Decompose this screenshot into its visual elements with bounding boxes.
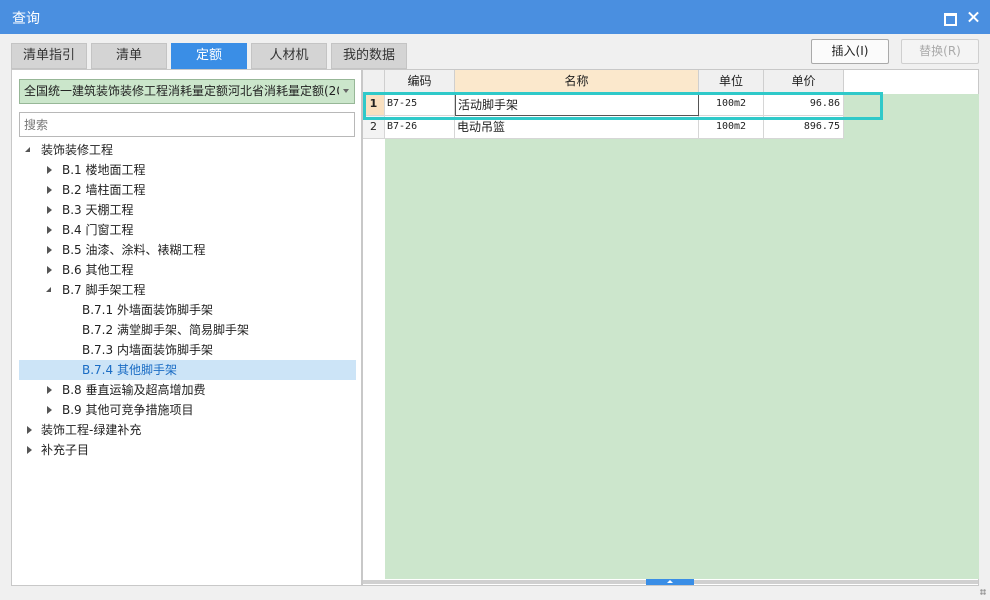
column-header-unit[interactable]: 单位	[699, 70, 764, 93]
close-icon[interactable]	[964, 7, 984, 27]
library-select-value: 全国统一建筑装饰装修工程消耗量定额河北省消耗量定额(2012)	[24, 84, 339, 98]
tab-quota[interactable]: 定额	[171, 43, 247, 69]
resize-grip-icon[interactable]	[978, 587, 988, 597]
tree-item[interactable]: B.4 门窗工程	[19, 220, 356, 240]
tree-item[interactable]: B.6 其他工程	[19, 260, 356, 280]
expanded-arrow-icon[interactable]	[25, 147, 30, 152]
cell-code[interactable]: B7-26	[385, 116, 455, 139]
title-bar: 查询	[0, 0, 990, 34]
result-grid-panel: 编码 名称 单位 单价 1 B7-25 活动脚手架 100m2 96.86 2 …	[362, 69, 979, 586]
column-header-code[interactable]: 编码	[385, 70, 455, 93]
tree-item-selected[interactable]: B.7.4 其他脚手架	[19, 360, 356, 380]
cell-unit[interactable]: 100m2	[699, 116, 764, 139]
replace-button[interactable]: 替换(R)	[901, 39, 979, 64]
cell-name[interactable]: 活动脚手架	[455, 93, 699, 116]
collapsed-arrow-icon[interactable]	[47, 186, 52, 194]
tree-item[interactable]: B.7.3 内墙面装饰脚手架	[19, 340, 356, 360]
cell-code[interactable]: B7-25	[385, 93, 455, 116]
tree-item[interactable]: B.3 天棚工程	[19, 200, 356, 220]
cell-price[interactable]: 96.86	[764, 93, 844, 116]
collapsed-arrow-icon[interactable]	[47, 406, 52, 414]
tree-item[interactable]: 装饰工程-绿建补充	[19, 420, 356, 440]
tab-bill[interactable]: 清单	[91, 43, 167, 69]
collapsed-arrow-icon[interactable]	[47, 206, 52, 214]
collapsed-arrow-icon[interactable]	[27, 446, 32, 454]
collapsed-arrow-icon[interactable]	[47, 266, 52, 274]
library-select[interactable]: 全国统一建筑装饰装修工程消耗量定额河北省消耗量定额(2012)	[19, 79, 355, 104]
row-number: 2	[363, 116, 385, 139]
tree-item[interactable]: B.7.2 满堂脚手架、简易脚手架	[19, 320, 356, 340]
collapsed-arrow-icon[interactable]	[47, 246, 52, 254]
tree-item[interactable]: B.5 油漆、涂料、裱糊工程	[19, 240, 356, 260]
collapsed-arrow-icon[interactable]	[47, 386, 52, 394]
grid-empty-area	[385, 94, 979, 579]
expanded-arrow-icon[interactable]	[46, 287, 51, 292]
tab-my-data[interactable]: 我的数据	[331, 43, 407, 69]
tree-item[interactable]: 装饰装修工程	[19, 140, 356, 160]
cell-name[interactable]: 电动吊篮	[455, 116, 699, 139]
collapsed-arrow-icon[interactable]	[27, 426, 32, 434]
tree-item[interactable]: B.2 墙柱面工程	[19, 180, 356, 200]
tree-item[interactable]: B.9 其他可竞争措施项目	[19, 400, 356, 420]
collapsed-arrow-icon[interactable]	[47, 226, 52, 234]
scroll-handle[interactable]	[646, 579, 694, 585]
cell-price[interactable]: 896.75	[764, 116, 844, 139]
row-number: 1	[363, 93, 385, 116]
cell-unit[interactable]: 100m2	[699, 93, 764, 116]
insert-button[interactable]: 插入(I)	[811, 39, 889, 64]
tree-item[interactable]: B.7 脚手架工程	[19, 280, 356, 300]
column-header-name[interactable]: 名称	[455, 70, 699, 93]
column-header-price[interactable]: 单价	[764, 70, 844, 93]
collapsed-arrow-icon[interactable]	[47, 166, 52, 174]
window-title: 查询	[12, 11, 40, 27]
maximize-icon[interactable]	[938, 7, 958, 27]
search-input[interactable]	[19, 112, 355, 137]
tree-item[interactable]: B.8 垂直运输及超高增加费	[19, 380, 356, 400]
tree-item[interactable]: B.7.1 外墙面装饰脚手架	[19, 300, 356, 320]
chevron-down-icon	[343, 89, 349, 93]
tab-labor-material-machine[interactable]: 人材机	[251, 43, 327, 69]
row-number-header	[363, 70, 385, 93]
tree-item[interactable]: 补充子目	[19, 440, 356, 460]
tree-item[interactable]: B.1 楼地面工程	[19, 160, 356, 180]
tab-bill-guide[interactable]: 清单指引	[11, 43, 87, 69]
left-panel: 全国统一建筑装饰装修工程消耗量定额河北省消耗量定额(2012) 装饰装修工程 B…	[11, 69, 362, 586]
